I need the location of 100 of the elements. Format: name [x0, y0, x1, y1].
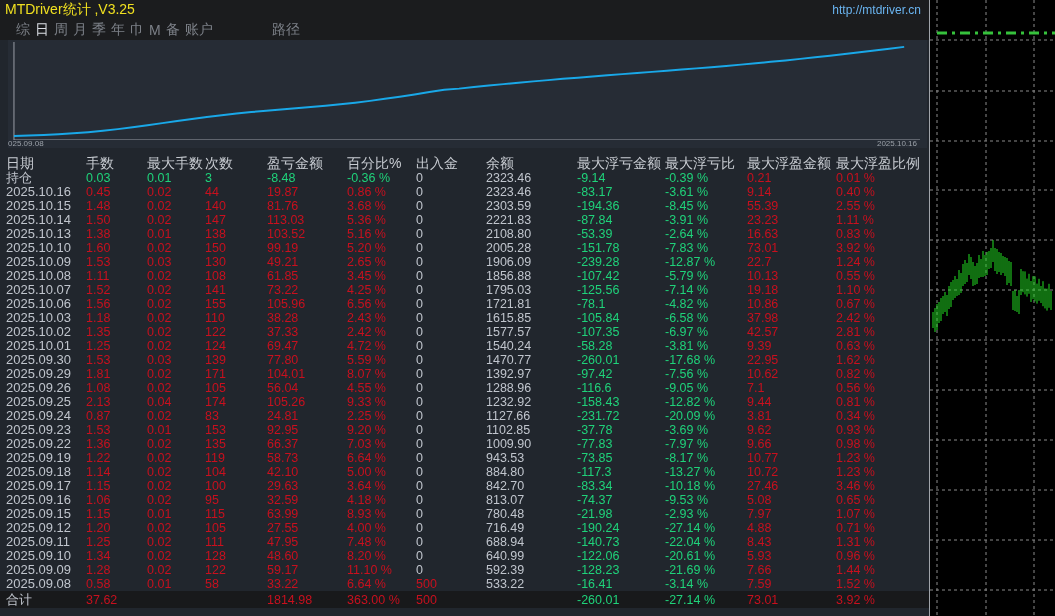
table-cell-text: 0.55 %: [836, 269, 876, 283]
table-cell-text: 5.16 %: [347, 227, 387, 241]
table-cell-text: 5.59 %: [347, 353, 387, 367]
table-cell-text: 0: [416, 535, 424, 549]
table-cell-text: 1.22: [86, 451, 112, 465]
table-cell-text: 10.13: [747, 269, 780, 283]
table-cell-text: 2025.10.15: [6, 199, 73, 213]
table-cell-text: 0: [416, 395, 424, 409]
table-cell-text: 27.55: [267, 521, 300, 535]
table-cell-text: -158.43: [577, 395, 621, 409]
table-cell-text: 合计: [6, 592, 33, 607]
table-cell-text: 0: [416, 381, 424, 395]
table-cell-text: 0.56 %: [836, 381, 876, 395]
table-cell-text: 1.15: [86, 507, 112, 521]
table-cell-text: 3.64 %: [347, 479, 387, 493]
table-cell-text: -239.28: [577, 255, 621, 269]
table-cell-text: 3.81: [747, 409, 773, 423]
table-cell-text: 2025.09.30: [6, 353, 73, 367]
table-cell-text: 81.76: [267, 199, 300, 213]
table-cell-text: 47.95: [267, 535, 300, 549]
table-cell-text: 1102.85: [486, 423, 532, 437]
table-cell-text: 1232.92: [486, 395, 533, 409]
table-cell-text: 2025.09.18: [6, 465, 73, 479]
table-cell-text: 27.46: [747, 479, 780, 493]
table-cell-text: 3: [205, 171, 213, 185]
table-cell-text: 2303.59: [486, 199, 533, 213]
table-cell-text: 0.02: [147, 311, 173, 325]
table-cell-text: 1127.66: [486, 409, 532, 423]
table-cell-text: 104.01: [267, 367, 307, 381]
table-cell-text: 0.65 %: [836, 493, 876, 507]
table-cell-text: 500: [416, 592, 438, 607]
period-tab[interactable]: 年: [111, 21, 125, 39]
table-cell-text: -83.34: [577, 479, 614, 493]
table-cell-text: 0.02: [147, 269, 173, 283]
table-cell-text: 10.72: [747, 465, 780, 479]
table-cell-text: 4.88: [747, 521, 773, 535]
table-cell-text: 37.98: [747, 311, 780, 325]
period-tab[interactable]: M: [149, 22, 161, 38]
table-cell-text: -17.68 %: [665, 353, 717, 367]
table-cell-text: 7.03 %: [347, 437, 387, 451]
table-cell-text: 2025.09.19: [6, 451, 73, 465]
table-cell-text: 0.02: [147, 367, 173, 381]
table-cell-text: -87.84: [577, 213, 614, 227]
table-cell-text: 0.86 %: [347, 185, 387, 199]
table-cell-text: 0: [416, 409, 424, 423]
table-cell-text: 59.17: [267, 563, 300, 577]
path-tab[interactable]: 路径: [271, 21, 300, 39]
table-cell-text: 1288.96: [486, 381, 533, 395]
table-cell-text: 0.87: [86, 409, 112, 423]
table-cell-text: 0.02: [147, 409, 173, 423]
table-cell-text: 6.64 %: [347, 577, 387, 591]
table-cell-text: -9.53 %: [665, 493, 710, 507]
table-cell-text: 1577.57: [486, 325, 533, 339]
axis-label: 025.09.08: [8, 140, 44, 148]
table-cell-text: 48.60: [267, 549, 300, 563]
table-cell-text: 1.06: [86, 493, 112, 507]
table-cell-text: -0.39 %: [665, 171, 710, 185]
table-cell-text: 3.46 %: [836, 479, 876, 493]
table-cell-text: 1540.24: [486, 339, 533, 353]
table-cell-text: 2025.10.08: [6, 269, 73, 283]
table-cell-text: 2.42 %: [836, 311, 876, 325]
table-cell-text: 105.96: [267, 297, 307, 311]
table-cell-text: 2025.10.03: [6, 311, 73, 325]
table-cell-text: -2.93 %: [665, 507, 710, 521]
table-cell-text: 103.52: [267, 227, 307, 241]
period-tab[interactable]: 备: [165, 21, 180, 39]
table-cell-text: 147: [205, 213, 227, 227]
period-tab[interactable]: 周: [54, 21, 68, 39]
table-cell-text: -16.41: [577, 577, 614, 591]
period-tab[interactable]: 月: [73, 21, 87, 39]
table-cell-text: 115: [205, 507, 226, 521]
table-cell-text: 688.94: [486, 535, 526, 549]
table-cell-text: 0: [416, 297, 424, 311]
period-tab[interactable]: 季: [92, 21, 106, 39]
table-cell-text: 2.81 %: [836, 325, 876, 339]
table-cell-text: 5.20 %: [347, 241, 387, 255]
table-cell-text: 4.25 %: [347, 283, 387, 297]
table-cell-text: 22.7: [747, 255, 773, 269]
table-cell-text: 943.53: [486, 451, 526, 465]
website-link[interactable]: http://mtdriver.cn: [832, 3, 921, 17]
table-cell-text: 3.68 %: [347, 199, 387, 213]
table-cell-text: 29.63: [267, 479, 300, 493]
table-cell-text: 1.60: [86, 241, 112, 255]
table-cell-text: 884.80: [486, 465, 526, 479]
period-tab[interactable]: 日: [35, 21, 49, 39]
table-cell-text: -151.78: [577, 241, 621, 255]
table-cell-text: 104: [205, 465, 227, 479]
table-cell-text: -77.83: [577, 437, 614, 451]
table-cell-text: 56.04: [267, 381, 300, 395]
period-tab[interactable]: 巾: [130, 21, 144, 39]
column-header: 最大手数: [147, 154, 204, 171]
period-tab[interactable]: 账户: [184, 21, 213, 39]
table-cell-text: 7.66: [747, 563, 773, 577]
table-cell-text: 150: [205, 241, 227, 255]
table-cell-text: 73.01: [747, 241, 780, 255]
table-cell-text: 2025.09.22: [6, 437, 73, 451]
table-cell-text: 1906.09: [486, 255, 533, 269]
period-tab[interactable]: 综: [16, 21, 30, 39]
table-cell-text: 5.93: [747, 549, 773, 563]
table-cell-text: 1856.88: [486, 269, 533, 283]
